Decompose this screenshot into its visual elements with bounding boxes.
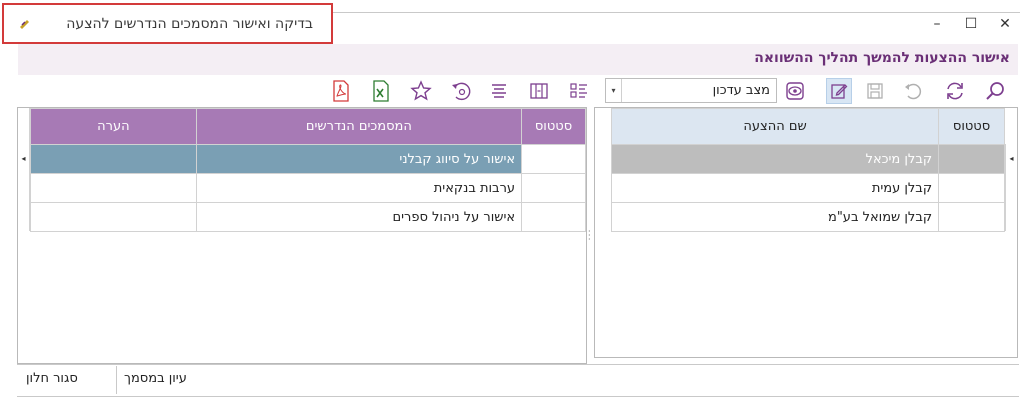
- reset-filter-button[interactable]: [448, 78, 474, 104]
- window-title: בדיקה ואישור המסמכים הנדרשים להצעה: [66, 16, 313, 32]
- excel-icon: [373, 80, 389, 102]
- column-header-document[interactable]: המסמכים הנדרשים: [195, 108, 523, 145]
- state-dropdown-value: מצב עדכון: [712, 83, 770, 98]
- columns-button[interactable]: [526, 78, 552, 104]
- table-header-row: סטטוס המסמכים הנדרשים הערה: [30, 108, 586, 145]
- list-settings-icon: [570, 83, 587, 98]
- state-dropdown[interactable]: ▾ מצב עדכון: [605, 78, 777, 103]
- note-cell[interactable]: [30, 173, 197, 203]
- minimize-button[interactable]: –: [930, 16, 944, 32]
- documents-grid: ◂ סטטוס המסמכים הנדרשים הערה אישור על סי…: [17, 107, 587, 364]
- status-cell[interactable]: [938, 144, 1005, 174]
- status-cell[interactable]: [521, 173, 586, 203]
- window-title-bar: בדיקה ואישור המסמכים הנדרשים להצעה: [2, 3, 333, 44]
- search-button[interactable]: [982, 78, 1008, 104]
- app-icon: [20, 20, 29, 29]
- note-cell[interactable]: [30, 202, 197, 232]
- refresh-icon: [947, 82, 963, 100]
- maximize-button[interactable]: ☐: [964, 16, 978, 32]
- export-excel-button[interactable]: [368, 78, 394, 104]
- eye-icon: [786, 82, 804, 100]
- proposal-name-cell[interactable]: קבלן מיכאל: [610, 144, 940, 174]
- chevron-down-icon[interactable]: ▾: [606, 79, 622, 102]
- export-pdf-button[interactable]: [328, 78, 354, 104]
- star-icon: [410, 80, 432, 101]
- table-row[interactable]: ערבות בנקאית: [30, 173, 586, 203]
- search-icon: [986, 82, 1004, 100]
- table-row[interactable]: אישור על סיווג קבלני: [30, 144, 586, 174]
- footer-divider: [17, 364, 1019, 365]
- edit-button[interactable]: [826, 78, 852, 104]
- status-cell[interactable]: [938, 202, 1005, 232]
- row-indicator-icon[interactable]: ◂: [18, 144, 30, 173]
- undo-button[interactable]: [900, 78, 926, 104]
- favorite-button[interactable]: [408, 78, 434, 104]
- proposals-toolbar: ▾ מצב עדכון: [598, 77, 1018, 105]
- undo-icon: [905, 83, 922, 100]
- undo-star-icon: [452, 82, 471, 101]
- pane-splitter-handle[interactable]: · · ·: [588, 228, 591, 244]
- column-header-proposal-name[interactable]: שם ההצעה: [610, 108, 940, 145]
- table-row[interactable]: אישור על ניהול ספרים: [30, 202, 586, 232]
- proposal-name-cell[interactable]: קבלן עמית: [610, 173, 940, 203]
- document-cell[interactable]: ערבות בנקאית: [195, 173, 523, 203]
- footer-bottom-border: [17, 396, 1019, 397]
- pdf-icon: [333, 80, 349, 102]
- close-button[interactable]: ✕: [998, 16, 1012, 32]
- status-cell[interactable]: [521, 202, 586, 232]
- row-selector[interactable]: [1005, 202, 1017, 231]
- close-window-button[interactable]: סגור חלון: [26, 371, 78, 386]
- footer-button-separator: [116, 366, 117, 394]
- align-button[interactable]: [486, 78, 512, 104]
- table-row[interactable]: קבלן שמואל בע"מ: [610, 202, 1005, 232]
- status-cell[interactable]: [521, 144, 586, 174]
- save-button[interactable]: [862, 78, 888, 104]
- table-header-row: סטטוס שם ההצעה: [610, 108, 1005, 145]
- column-header-note[interactable]: הערה: [30, 108, 197, 145]
- proposals-grid: ◂ סטטוס שם ההצעה קבלן מיכאל קבלן עמית קב…: [594, 107, 1018, 358]
- proposal-name-cell[interactable]: קבלן שמואל בע"מ: [610, 202, 940, 232]
- view-document-button[interactable]: עיון במסמך: [124, 371, 187, 386]
- refresh-button[interactable]: [942, 78, 968, 104]
- row-selector[interactable]: [18, 202, 30, 231]
- row-indicator-icon[interactable]: ◂: [1005, 144, 1017, 173]
- section-header: אישור ההצעות להמשך תהליך ההשוואה: [18, 44, 1018, 75]
- status-cell[interactable]: [938, 173, 1005, 203]
- row-selector[interactable]: [1005, 173, 1017, 202]
- section-title: אישור ההצעות להמשך תהליך ההשוואה: [754, 50, 1010, 66]
- row-selector[interactable]: [18, 173, 30, 202]
- align-icon: [492, 84, 506, 98]
- edit-icon: [831, 84, 848, 99]
- table-row[interactable]: קבלן מיכאל: [610, 144, 1005, 174]
- save-icon: [867, 83, 883, 99]
- note-cell[interactable]: [30, 144, 197, 174]
- document-cell[interactable]: אישור על סיווג קבלני: [195, 144, 523, 174]
- documents-toolbar: [326, 77, 596, 105]
- window-controls: – ☐ ✕: [930, 16, 1012, 32]
- table-row[interactable]: קבלן עמית: [610, 173, 1005, 203]
- column-header-status[interactable]: סטטוס: [938, 108, 1005, 145]
- column-header-status[interactable]: סטטוס: [521, 108, 586, 145]
- view-button[interactable]: [782, 78, 808, 104]
- row-header-corner: [18, 108, 30, 144]
- list-settings-button[interactable]: [566, 78, 592, 104]
- columns-icon: [530, 83, 548, 99]
- document-cell[interactable]: אישור על ניהול ספרים: [195, 202, 523, 232]
